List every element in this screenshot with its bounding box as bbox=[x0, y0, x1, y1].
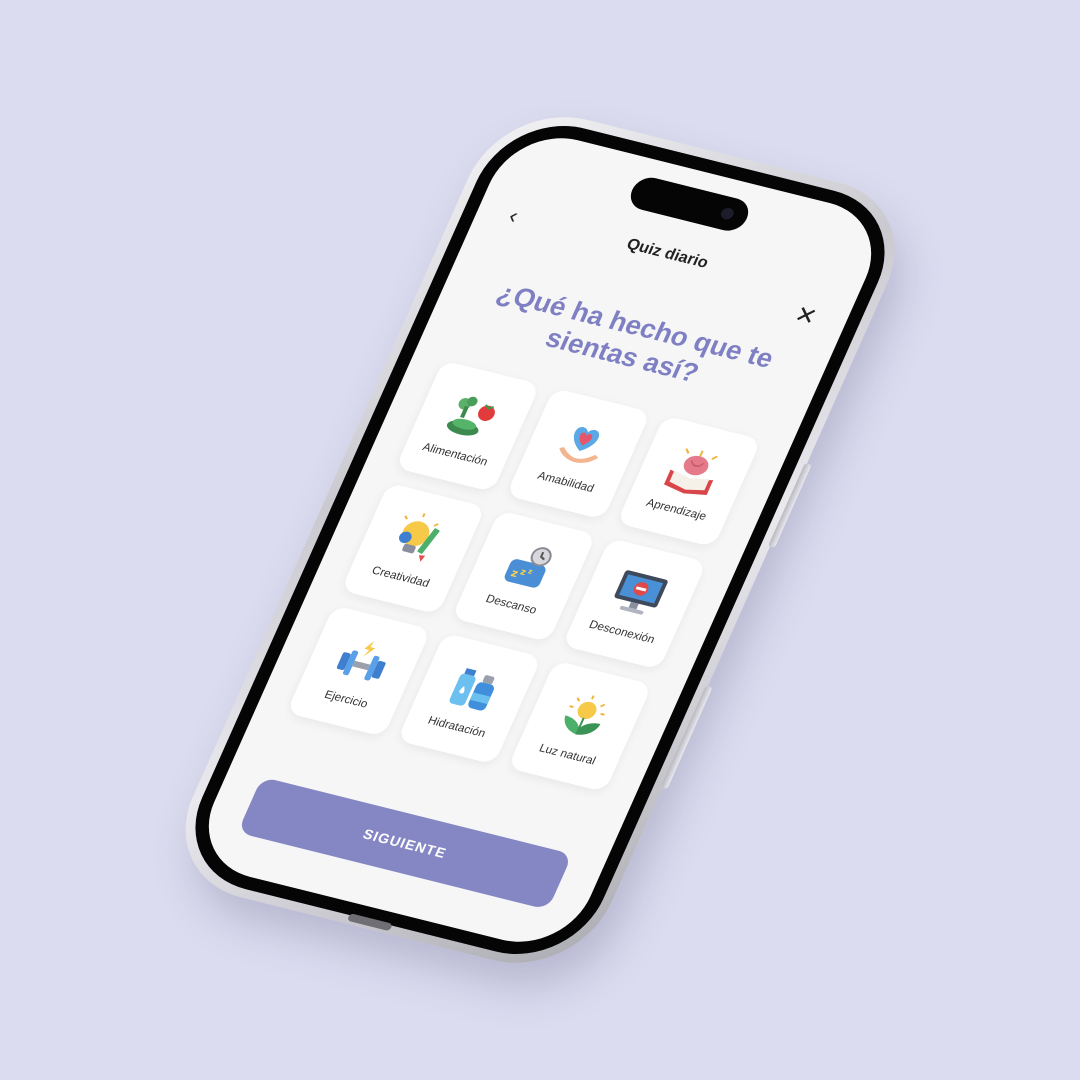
dynamic-island bbox=[625, 174, 754, 235]
app-screen: ‹ Quiz diario ✕ ¿Qué ha hecho que te sie… bbox=[187, 124, 893, 956]
lightbulb-pencil-icon bbox=[399, 513, 440, 562]
option-label: Luz natural bbox=[537, 742, 598, 768]
dumbbell-icon bbox=[336, 640, 386, 681]
camera-icon bbox=[719, 206, 736, 221]
monitor-off-icon bbox=[614, 570, 668, 615]
water-bottles-icon bbox=[449, 668, 495, 711]
option-label: Creatividad bbox=[369, 564, 432, 590]
option-label: Ejercicio bbox=[322, 688, 370, 711]
option-label: Desconexión bbox=[586, 618, 657, 647]
stage: ‹ Quiz diario ✕ ¿Qué ha hecho que te sie… bbox=[0, 0, 1080, 1080]
sleep-pillow-icon: z z z bbox=[504, 547, 552, 588]
vegetables-icon bbox=[446, 396, 495, 436]
brain-book-icon bbox=[663, 448, 718, 495]
option-label: Aprendizaje bbox=[644, 497, 709, 523]
sun-plant-icon bbox=[564, 695, 606, 735]
option-label: Alimentación bbox=[420, 441, 490, 469]
phone-mockup: ‹ Quiz diario ✕ ¿Qué ha hecho que te sie… bbox=[157, 99, 923, 981]
option-label: Hidratación bbox=[425, 714, 488, 740]
option-label: Amabilidad bbox=[535, 470, 596, 495]
close-icon[interactable]: ✕ bbox=[790, 301, 821, 331]
option-label: Descanso bbox=[483, 593, 539, 617]
heart-hands-icon bbox=[559, 427, 599, 463]
